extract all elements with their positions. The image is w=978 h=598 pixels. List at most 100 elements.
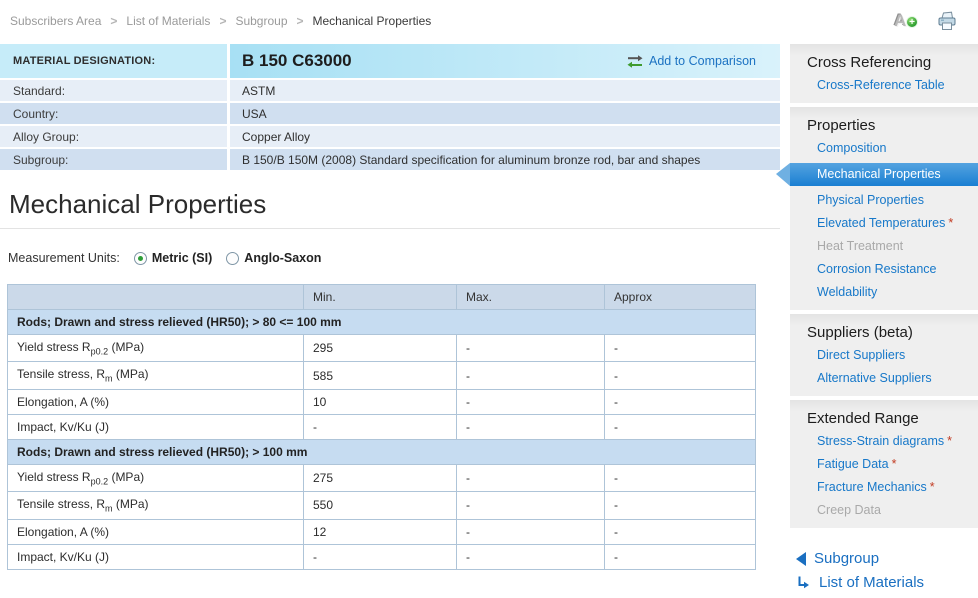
table-section-row: Rods; Drawn and stress relieved (HR50); … (8, 439, 756, 464)
title-divider (0, 228, 780, 229)
plus-icon: + (906, 16, 918, 28)
table-row: Elongation, A (%) 12 - - (8, 519, 756, 544)
sidebar-section-properties: Properties Composition Mechanical Proper… (790, 107, 978, 310)
sidebar-item-label: Elevated Temperatures (817, 216, 945, 230)
sidebar-item-stress-strain-diagrams[interactable]: Stress-Strain diagrams* (790, 430, 978, 453)
anglo-saxon-radio-button[interactable] (226, 252, 239, 265)
approx-value: - (605, 492, 756, 519)
sidebar-item-fatigue-data[interactable]: Fatigue Data* (790, 453, 978, 476)
property-label: Tensile stress, Rm (MPa) (8, 492, 304, 519)
property-label-suffix: (MPa) (108, 470, 144, 484)
metric-radio-button[interactable] (134, 252, 147, 265)
sidebar-item-alternative-suppliers[interactable]: Alternative Suppliers (790, 367, 978, 390)
country-label: Country: (0, 103, 227, 124)
breadcrumb-list-of-materials[interactable]: List of Materials (126, 14, 210, 28)
breadcrumb: Subscribers Area > List of Materials > S… (0, 0, 978, 42)
material-designation-value-cell: B 150 C63000 Add to Comparison (230, 44, 780, 78)
sidebar-item-elevated-temperatures[interactable]: Elevated Temperatures* (790, 212, 978, 235)
info-row-standard: Standard: ASTM (0, 80, 780, 101)
property-label-text: Tensile stress, R (17, 497, 105, 511)
min-value: 275 (304, 464, 457, 491)
sidebar-item-heat-treatment: Heat Treatment (790, 235, 978, 258)
max-value: - (457, 544, 605, 569)
return-arrow-icon (796, 575, 811, 590)
sidebar-item-cross-reference-table[interactable]: Cross-Reference Table (790, 74, 978, 97)
approx-value: - (605, 414, 756, 439)
property-label-text: Elongation, A (%) (17, 525, 109, 539)
anglo-saxon-radio-option[interactable]: Anglo-Saxon (226, 251, 321, 265)
sidebar-item-creep-data: Creep Data (790, 499, 978, 522)
property-label: Elongation, A (%) (8, 519, 304, 544)
property-label-sub: m (105, 374, 113, 384)
property-label: Yield stress Rp0.2 (MPa) (8, 335, 304, 362)
material-designation-header: MATERIAL DESIGNATION: B 150 C63000 Add t… (0, 44, 780, 78)
anglo-saxon-radio-label[interactable]: Anglo-Saxon (244, 251, 321, 265)
subgroup-value: B 150/B 150M (2008) Standard specificati… (230, 149, 780, 170)
min-value: 550 (304, 492, 457, 519)
sidebar-section-title: Cross Referencing (790, 47, 978, 74)
table-section-row: Rods; Drawn and stress relieved (HR50); … (8, 310, 756, 335)
breadcrumb-subgroup[interactable]: Subgroup (235, 14, 287, 28)
column-header-max: Max. (457, 285, 605, 310)
approx-value: - (605, 362, 756, 389)
sidebar-item-weldability[interactable]: Weldability (790, 281, 978, 304)
back-to-list-of-materials-link[interactable]: List of Materials (796, 574, 978, 591)
min-value: 295 (304, 335, 457, 362)
metric-radio-label[interactable]: Metric (SI) (152, 251, 212, 265)
sidebar-section-cross-referencing: Cross Referencing Cross-Reference Table (790, 44, 978, 103)
print-icon[interactable] (936, 11, 958, 31)
property-label-suffix: (MPa) (108, 340, 144, 354)
sidebar-item-composition[interactable]: Composition (790, 137, 978, 160)
sidebar-item-corrosion-resistance[interactable]: Corrosion Resistance (790, 258, 978, 281)
material-designation-value: B 150 C63000 (242, 51, 352, 71)
compare-arrows-icon (627, 55, 643, 68)
font-size-increase-icon[interactable]: A + (894, 11, 918, 31)
table-header-row: Min. Max. Approx (8, 285, 756, 310)
alloy-group-label: Alloy Group: (0, 126, 227, 147)
main-content: MATERIAL DESIGNATION: B 150 C63000 Add t… (0, 44, 780, 570)
country-value: USA (230, 103, 780, 124)
chevron-right-icon: > (110, 14, 117, 28)
alloy-group-value: Copper Alloy (230, 126, 780, 147)
measurement-units-row: Measurement Units: Metric (SI) Anglo-Sax… (8, 251, 780, 265)
property-label-sub: p0.2 (91, 346, 109, 356)
property-label: Tensile stress, Rm (MPa) (8, 362, 304, 389)
breadcrumb-current-page: Mechanical Properties (313, 14, 432, 28)
back-to-list-of-materials-label: List of Materials (819, 574, 924, 591)
column-header-approx: Approx (605, 285, 756, 310)
page-toolbar: A + (894, 11, 958, 31)
table-row: Yield stress Rp0.2 (MPa) 275 - - (8, 464, 756, 491)
approx-value: - (605, 519, 756, 544)
sidebar-section-suppliers: Suppliers (beta) Direct Suppliers Altern… (790, 314, 978, 396)
max-value: - (457, 464, 605, 491)
approx-value: - (605, 464, 756, 491)
font-letter: A (894, 11, 906, 30)
property-label-text: Elongation, A (%) (17, 395, 109, 409)
max-value: - (457, 335, 605, 362)
add-to-comparison-button[interactable]: Add to Comparison (627, 54, 756, 68)
sidebar-item-label: Fatigue Data (817, 457, 889, 471)
info-row-country: Country: USA (0, 103, 780, 124)
back-to-subgroup-link[interactable]: Subgroup (796, 550, 978, 567)
table-row: Impact, Kv/Ku (J) - - - (8, 544, 756, 569)
table-row: Impact, Kv/Ku (J) - - - (8, 414, 756, 439)
property-label: Impact, Kv/Ku (J) (8, 544, 304, 569)
subgroup-label: Subgroup: (0, 149, 227, 170)
max-value: - (457, 414, 605, 439)
table-row: Elongation, A (%) 10 - - (8, 389, 756, 414)
sidebar-item-physical-properties[interactable]: Physical Properties (790, 189, 978, 212)
page-title: Mechanical Properties (9, 189, 780, 219)
section-label: Rods; Drawn and stress relieved (HR50); … (8, 310, 756, 335)
property-label: Yield stress Rp0.2 (MPa) (8, 464, 304, 491)
sidebar-section-title: Extended Range (790, 403, 978, 430)
sidebar: Cross Referencing Cross-Reference Table … (790, 44, 978, 598)
sidebar-item-direct-suppliers[interactable]: Direct Suppliers (790, 344, 978, 367)
min-value: 10 (304, 389, 457, 414)
breadcrumb-subscribers-area[interactable]: Subscribers Area (10, 14, 101, 28)
metric-radio-option[interactable]: Metric (SI) (134, 251, 212, 265)
sidebar-item-mechanical-properties[interactable]: Mechanical Properties (790, 163, 978, 186)
sidebar-section-title: Suppliers (beta) (790, 317, 978, 344)
mechanical-properties-table: Min. Max. Approx Rods; Drawn and stress … (7, 284, 756, 570)
max-value: - (457, 362, 605, 389)
sidebar-item-fracture-mechanics[interactable]: Fracture Mechanics* (790, 476, 978, 499)
